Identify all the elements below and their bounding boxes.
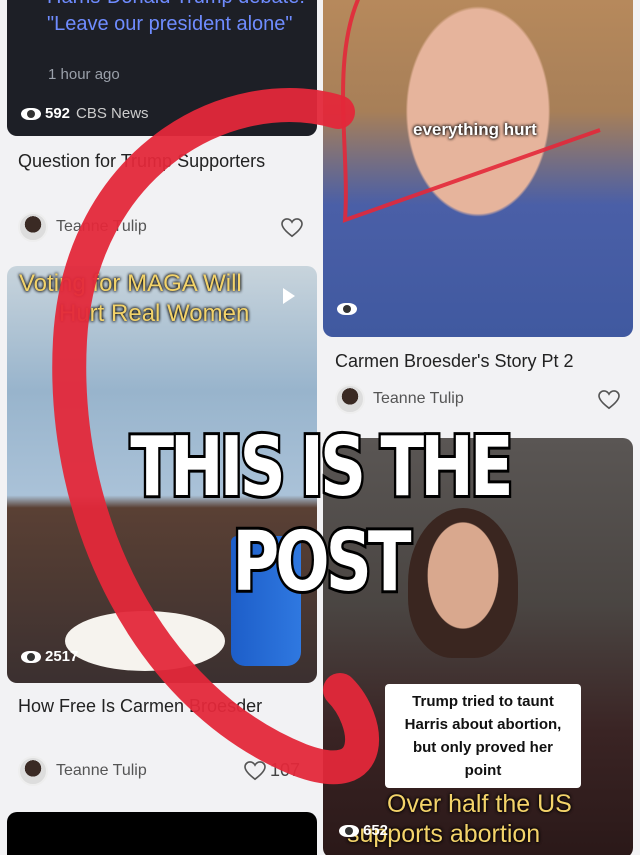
feed-page: Harris-Donald Trump debate: "Leave our p… — [0, 0, 640, 855]
plate-image — [65, 611, 225, 671]
video-card-everything-hurt[interactable]: everything hurt — [323, 0, 633, 337]
eye-icon — [339, 824, 359, 837]
video-overlay-text: everything hurt — [413, 120, 537, 139]
avatar — [18, 756, 48, 786]
news-card-view-count: 592 — [45, 105, 71, 122]
avatar — [18, 212, 48, 242]
heart-icon[interactable] — [598, 390, 620, 410]
like-button[interactable]: 107 — [244, 760, 300, 781]
heart-icon — [244, 760, 266, 780]
news-card-title: Harris-Donald Trump debate: "Leave our p… — [47, 0, 305, 35]
eye-icon — [21, 107, 41, 120]
author-name: Teanne Tulip — [56, 218, 147, 235]
news-card-source: CBS News — [76, 105, 149, 122]
eye-icon — [337, 303, 357, 315]
author-name: Teanne Tulip — [56, 762, 147, 779]
avatar — [335, 384, 365, 414]
video-views — [337, 303, 357, 315]
play-icon — [283, 288, 295, 304]
news-card[interactable]: Harris-Donald Trump debate: "Leave our p… — [7, 0, 317, 136]
video-overlay-bottom1: Over half the US — [387, 790, 572, 818]
video-card-bottom[interactable] — [7, 812, 317, 855]
author-row[interactable]: Teanne Tulip — [18, 212, 147, 242]
video-views: 652 — [339, 822, 388, 839]
news-card-time: 1 hour ago — [48, 66, 120, 83]
video-views: 2517 — [21, 648, 78, 665]
overlay-banner: THIS IS THE POST — [128, 417, 516, 613]
author-name: Teanne Tulip — [373, 390, 464, 407]
caption-box: Trump tried to taunt Harris about aborti… — [385, 684, 581, 788]
eye-icon — [21, 650, 41, 663]
author-row[interactable]: Teanne Tulip — [335, 384, 464, 414]
author-row[interactable]: Teanne Tulip — [18, 756, 147, 786]
post-title-story[interactable]: Carmen Broesder's Story Pt 2 — [335, 348, 630, 375]
video-overlay-line2: Hurt Real Women — [59, 300, 250, 327]
news-card-views: 592 CBS News — [21, 105, 149, 122]
post-title-how-free[interactable]: How Free Is Carmen Broesder — [18, 693, 308, 720]
video-view-count: 2517 — [45, 648, 79, 665]
post-title-question[interactable]: Question for Trump Supporters — [18, 148, 308, 175]
like-count: 107 — [270, 760, 301, 780]
heart-icon[interactable] — [281, 218, 303, 238]
video-overlay-line1: Voting for MAGA Will — [19, 270, 242, 297]
video-view-count: 652 — [363, 822, 389, 839]
